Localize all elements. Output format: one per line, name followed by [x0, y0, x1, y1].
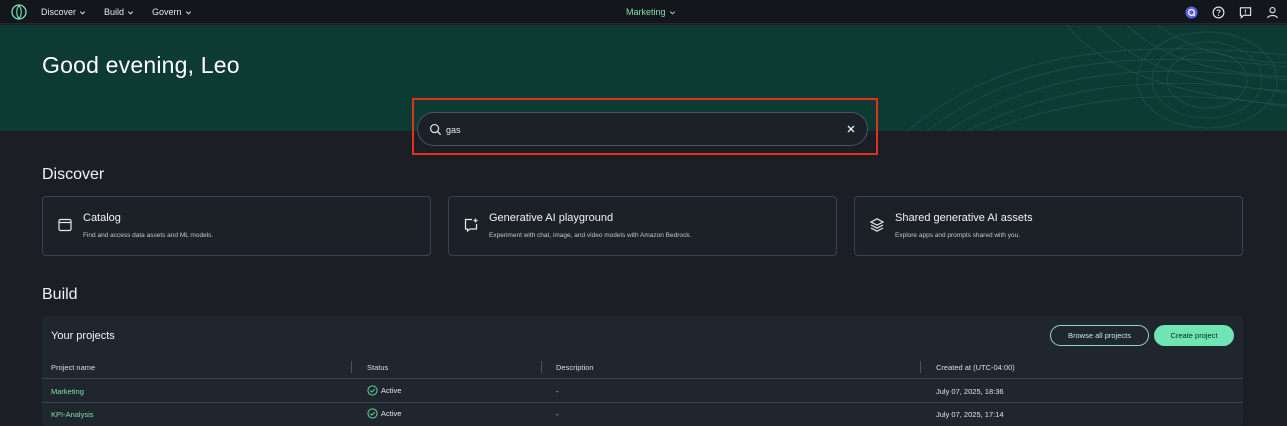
app-logo-icon[interactable] [11, 4, 27, 20]
feedback-icon[interactable] [1239, 6, 1252, 19]
table-divider [42, 378, 1243, 379]
create-project-button[interactable]: Create project [1154, 325, 1234, 346]
main-menu: Discover Build Govern [41, 0, 192, 24]
user-profile-icon[interactable] [1266, 6, 1279, 19]
column-header-created-at[interactable]: Created at (UTC-04:00) [936, 363, 1015, 372]
browse-all-projects-button[interactable]: Browse all projects [1050, 325, 1149, 346]
project-name-link[interactable]: KPI-Analysis [51, 410, 94, 419]
column-divider[interactable] [920, 361, 921, 373]
description-cell: - [556, 387, 559, 396]
nav-build[interactable]: Build [104, 7, 134, 17]
top-navigation-bar: Discover Build Govern Marketing [0, 0, 1287, 24]
card-title: Shared generative AI assets [895, 212, 1033, 224]
status-label: Active [381, 386, 402, 395]
nav-govern[interactable]: Govern [152, 7, 192, 17]
catalog-icon [58, 218, 72, 232]
project-switcher-label: Marketing [626, 7, 666, 17]
card-title: Generative AI playground [489, 212, 614, 224]
check-circle-icon [367, 408, 378, 419]
column-divider[interactable] [351, 361, 352, 373]
project-name-link[interactable]: Marketing [51, 387, 84, 396]
description-cell: - [556, 410, 559, 419]
column-header-project-name[interactable]: Project name [51, 363, 95, 372]
created-at-cell: July 07, 2025, 18:36 [936, 387, 1004, 396]
nav-govern-label: Govern [152, 7, 182, 17]
column-header-status[interactable]: Status [367, 363, 388, 372]
card-description: Experiment with chat, image, and video m… [489, 232, 692, 239]
status-label: Active [381, 409, 402, 418]
amazon-q-icon[interactable] [1185, 5, 1198, 19]
column-header-description[interactable]: Description [556, 363, 594, 372]
your-projects-panel: Your projects Browse all projects Create… [42, 316, 1243, 426]
card-description: Explore apps and prompts shared with you… [895, 232, 1021, 239]
status-cell: Active [367, 385, 401, 396]
catalog-card[interactable]: Catalog Find and access data assets and … [42, 196, 431, 256]
card-description: Find and access data assets and ML model… [83, 232, 214, 239]
nav-discover-label: Discover [41, 7, 77, 17]
greeting-heading: Good evening, Leo [42, 52, 240, 78]
chevron-down-icon [669, 10, 675, 14]
panel-title: Your projects [51, 330, 115, 342]
build-heading: Build [42, 286, 78, 303]
status-cell: Active [367, 408, 401, 419]
help-icon[interactable] [1212, 6, 1225, 19]
discover-heading: Discover [42, 166, 105, 183]
close-icon[interactable] [846, 124, 856, 134]
search-icon [429, 123, 442, 136]
chevron-down-icon [128, 10, 134, 14]
generative-ai-playground-card[interactable]: Generative AI playground Experiment with… [448, 196, 837, 256]
check-circle-icon [367, 385, 378, 396]
table-row-divider [42, 402, 1243, 403]
shared-generative-ai-assets-card[interactable]: Shared generative AI assets Explore apps… [854, 196, 1243, 256]
created-at-cell: July 07, 2025, 17:14 [936, 410, 1004, 419]
column-divider[interactable] [541, 361, 542, 373]
nav-utilities [1185, 0, 1279, 24]
chevron-down-icon [79, 10, 86, 14]
search-bar[interactable] [417, 112, 868, 146]
decorative-waves [906, 25, 1287, 131]
layers-icon [869, 218, 885, 232]
chat-plus-icon [464, 218, 478, 233]
nav-discover[interactable]: Discover [41, 7, 86, 17]
search-input[interactable] [446, 121, 826, 138]
project-switcher[interactable]: Marketing [626, 0, 676, 24]
chevron-down-icon [185, 10, 191, 14]
nav-build-label: Build [104, 7, 125, 17]
card-title: Catalog [83, 212, 121, 224]
